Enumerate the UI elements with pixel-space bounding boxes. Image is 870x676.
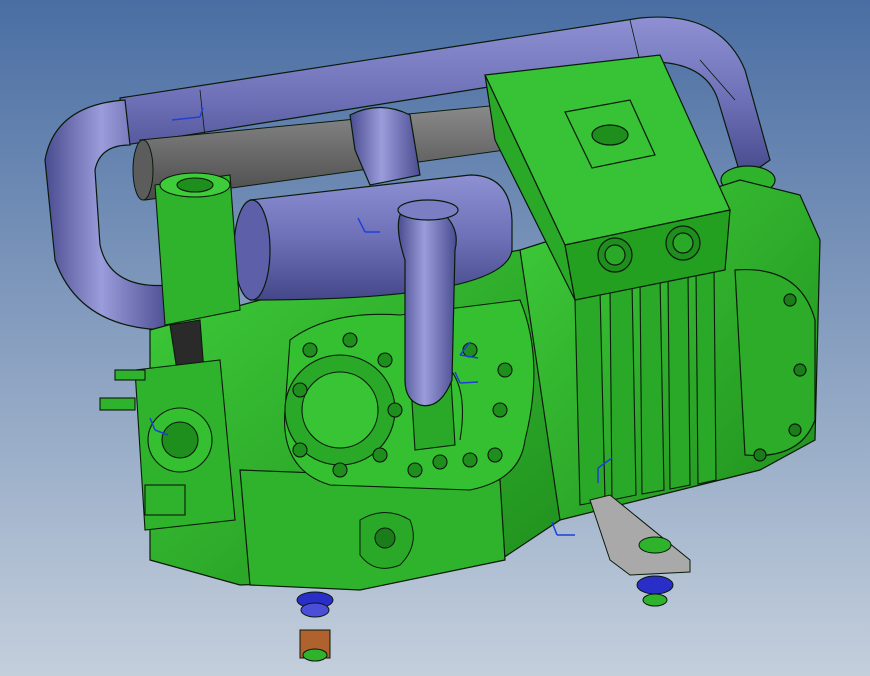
compressor-model[interactable] — [0, 0, 870, 676]
cad-3d-viewport[interactable] — [0, 0, 870, 676]
logo-plate-icon — [591, 124, 629, 146]
